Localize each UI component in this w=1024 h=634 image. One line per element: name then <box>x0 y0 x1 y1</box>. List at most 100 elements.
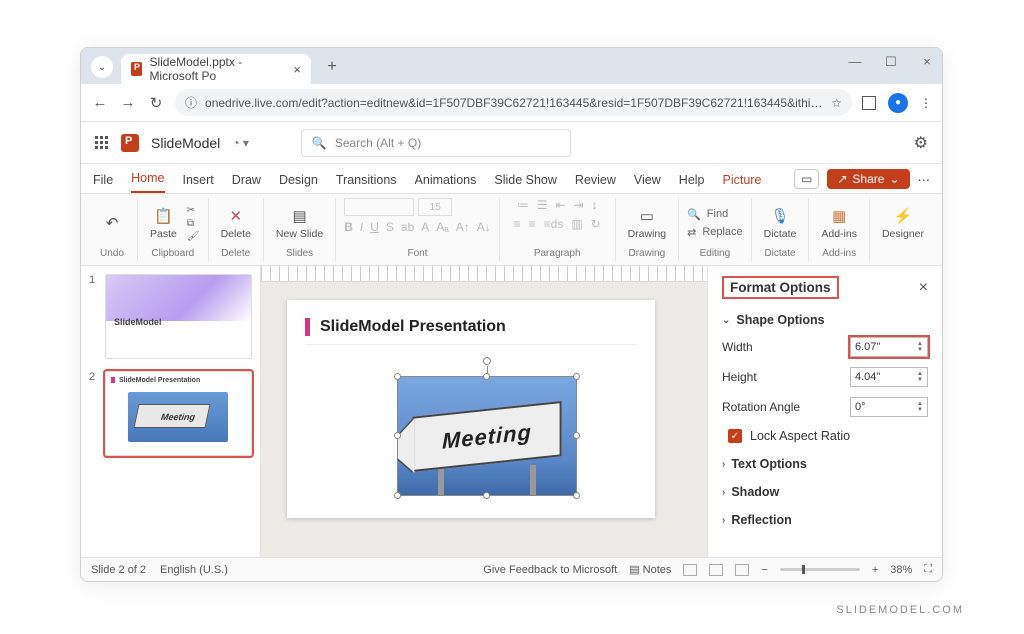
strike-button[interactable]: S <box>386 220 394 234</box>
feedback-link[interactable]: Give Feedback to Microsoft <box>483 564 617 576</box>
delete-button[interactable]: ✕Delete <box>217 203 255 243</box>
tab-draw[interactable]: Draw <box>232 173 261 193</box>
underline-button[interactable]: U <box>370 220 379 234</box>
tab-help[interactable]: Help <box>679 173 705 193</box>
shrink-font-button[interactable]: A↓ <box>477 220 491 234</box>
italic-button[interactable]: I <box>360 220 363 234</box>
resize-handle[interactable] <box>573 432 580 439</box>
tab-close-icon[interactable]: × <box>293 62 301 77</box>
url-input[interactable]: ⓘ onedrive.live.com/edit?action=editnew&… <box>175 89 852 116</box>
undo-button[interactable]: ↶ <box>95 210 129 236</box>
settings-gear-icon[interactable]: ⚙ <box>914 133 928 153</box>
align-center-button[interactable]: ≡ <box>529 217 536 231</box>
copy-button[interactable]: ⧉ <box>187 218 200 229</box>
zoom-level[interactable]: 38% <box>890 564 912 576</box>
lock-aspect-ratio-checkbox[interactable]: ✓ Lock Aspect Ratio <box>728 429 928 443</box>
indent-dec-button[interactable]: ⇤ <box>555 198 565 212</box>
font-color-button[interactable]: A <box>421 220 429 234</box>
site-info-icon[interactable]: ⓘ <box>185 94 197 111</box>
nav-back-icon[interactable]: ← <box>91 94 109 111</box>
rotation-input[interactable]: 0°▲▼ <box>850 397 928 417</box>
find-button[interactable]: 🔍 Find <box>687 208 743 221</box>
search-input[interactable]: 🔍 Search (Alt + Q) <box>301 129 571 157</box>
dictate-button[interactable]: 🎙Dictate <box>760 203 801 243</box>
tab-design[interactable]: Design <box>279 173 318 193</box>
rotation-handle[interactable] <box>483 357 491 365</box>
indent-inc-button[interactable]: ⇥ <box>574 198 584 212</box>
highlight-button[interactable]: ab <box>401 220 414 234</box>
notes-button[interactable]: ▤ Notes <box>629 563 671 576</box>
resize-handle[interactable] <box>573 373 580 380</box>
present-mode-button[interactable]: ▭ <box>794 169 819 189</box>
tab-picture[interactable]: Picture <box>723 173 762 193</box>
window-minimize-icon[interactable]: — <box>846 54 864 70</box>
align-left-button[interactable]: ≡ <box>514 217 521 231</box>
tab-home[interactable]: Home <box>131 171 164 193</box>
new-tab-button[interactable]: + <box>319 54 345 80</box>
replace-button[interactable]: ⇄ Replace <box>687 226 743 239</box>
thumbnail-row-1[interactable]: 1 SlideModel <box>89 274 252 359</box>
tab-slideshow[interactable]: Slide Show <box>494 173 557 193</box>
resize-handle[interactable] <box>394 373 401 380</box>
numbering-button[interactable]: ☰ <box>537 198 548 212</box>
font-size-dropdown[interactable]: 15 <box>418 198 452 216</box>
width-input[interactable]: 6.07"▲▼ <box>850 337 928 357</box>
nav-forward-icon[interactable]: → <box>119 94 137 111</box>
bullets-button[interactable]: ≔ <box>517 198 529 212</box>
new-slide-button[interactable]: ▤New Slide <box>272 203 327 243</box>
reading-view-button[interactable] <box>735 564 749 576</box>
resize-handle[interactable] <box>394 492 401 499</box>
slide-counter[interactable]: Slide 2 of 2 <box>91 564 146 576</box>
tab-animations[interactable]: Animations <box>415 173 477 193</box>
resize-handle[interactable] <box>573 492 580 499</box>
language-indicator[interactable]: English (U.S.) <box>160 564 228 576</box>
paste-button[interactable]: 📋Paste <box>146 203 181 243</box>
format-painter-button[interactable]: 🖌 <box>187 231 200 242</box>
clear-format-button[interactable]: Aₐ <box>436 220 448 234</box>
columns-button[interactable]: ▥ <box>571 217 582 231</box>
addins-button[interactable]: ▦Add-ins <box>817 203 861 243</box>
designer-button[interactable]: ⚡Designer <box>878 203 928 243</box>
zoom-in-button[interactable]: + <box>872 564 878 576</box>
tab-file[interactable]: File <box>93 173 113 193</box>
ribbon-overflow-icon[interactable]: ⋯ <box>918 172 931 187</box>
browser-menu-icon[interactable]: ⋮ <box>920 96 932 110</box>
tab-view[interactable]: View <box>634 173 661 193</box>
window-maximize-icon[interactable]: ☐ <box>882 54 900 70</box>
slide-thumbnail-1[interactable]: SlideModel <box>105 274 252 359</box>
share-button[interactable]: ↗ Share ⌄ <box>827 169 909 189</box>
profile-avatar-icon[interactable]: ● <box>888 93 908 113</box>
bold-button[interactable]: B <box>344 220 353 234</box>
zoom-slider[interactable] <box>780 568 860 571</box>
resize-handle[interactable] <box>483 492 490 499</box>
document-title[interactable]: SlideModel <box>151 135 220 151</box>
app-launcher-icon[interactable] <box>95 136 109 150</box>
normal-view-button[interactable] <box>683 564 697 576</box>
cut-button[interactable]: ✂ <box>187 205 200 216</box>
window-close-icon[interactable]: × <box>918 54 936 70</box>
text-direction-button[interactable]: ↻ <box>591 217 601 231</box>
slide-editor[interactable]: SlideModel Presentation Meeting <box>287 300 655 518</box>
extensions-icon[interactable] <box>862 96 876 110</box>
bookmark-star-icon[interactable]: ☆ <box>831 96 842 110</box>
section-shape-options[interactable]: ⌄Shape Options <box>722 313 928 327</box>
fit-to-window-button[interactable]: ⛶ <box>924 563 932 576</box>
section-text-options[interactable]: ›Text Options <box>722 457 928 471</box>
section-reflection[interactable]: ›Reflection <box>722 513 928 527</box>
saved-indicator-icon[interactable]: ◔ ▾ <box>232 136 249 150</box>
resize-handle[interactable] <box>394 432 401 439</box>
font-family-dropdown[interactable] <box>344 198 414 216</box>
slide-title-box[interactable]: SlideModel Presentation <box>305 318 637 345</box>
grow-font-button[interactable]: A↑ <box>456 220 470 234</box>
resize-handle[interactable] <box>483 373 490 380</box>
drawing-button[interactable]: ▭Drawing <box>624 203 671 243</box>
height-input[interactable]: 4.04"▲▼ <box>850 367 928 387</box>
align-right-button[interactable]: ≡ds <box>544 217 564 231</box>
nav-reload-icon[interactable]: ↻ <box>147 94 165 112</box>
selected-image[interactable]: Meeting <box>397 376 577 496</box>
tab-insert[interactable]: Insert <box>183 173 214 193</box>
zoom-out-button[interactable]: − <box>761 564 767 576</box>
browser-tab[interactable]: SlideModel.pptx - Microsoft Po × <box>121 54 311 84</box>
slide-canvas-area[interactable]: SlideModel Presentation Meeting <box>261 266 707 557</box>
line-spacing-button[interactable]: ↕ <box>592 198 598 212</box>
